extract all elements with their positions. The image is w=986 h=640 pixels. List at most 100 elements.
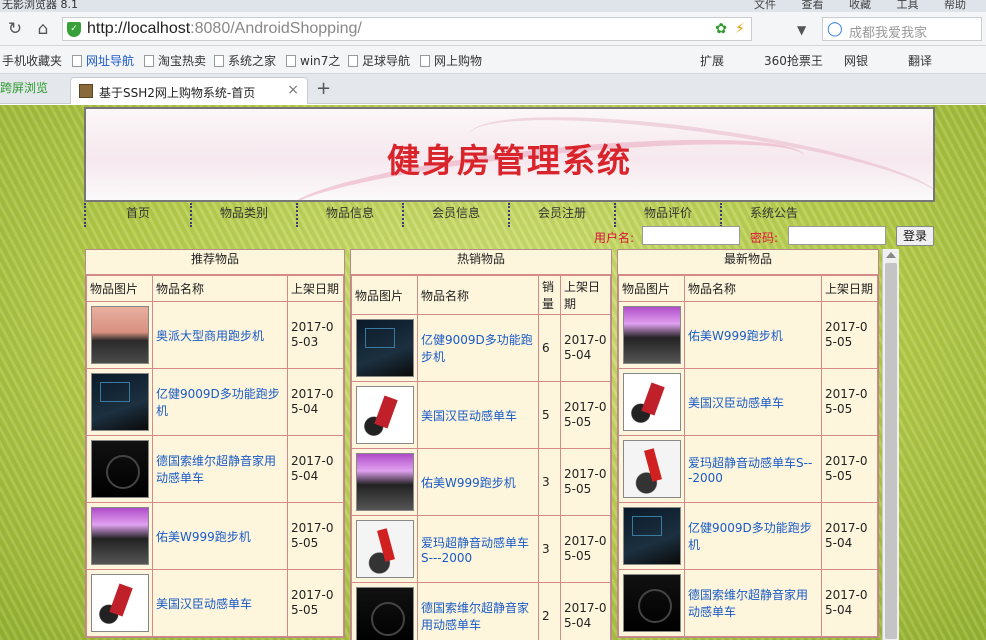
menu-tools[interactable]: 工具: [897, 0, 919, 11]
search-box[interactable]: ◯ 成都我爱我家: [822, 17, 982, 41]
chevron-down-icon[interactable]: ▼: [797, 23, 806, 37]
extension-button[interactable]: 扩展: [700, 52, 724, 69]
product-link[interactable]: 佑美W999跑步机: [156, 530, 251, 544]
translate-button[interactable]: 翻译: [908, 52, 932, 69]
menu-favorites[interactable]: 收藏: [849, 0, 871, 11]
product-link[interactable]: 奥派大型商用跑步机: [156, 329, 264, 343]
date-cell: 2017-0 5-04: [821, 569, 878, 637]
login-button[interactable]: 登录: [896, 226, 934, 246]
menu-view[interactable]: 查看: [802, 0, 824, 11]
cross-screen-tab[interactable]: 跨屏浏览: [0, 79, 48, 96]
product-thumbnail[interactable]: [355, 453, 414, 511]
table-row: 爱玛超静音动感单车S---2000 3 2017-0 5-05: [351, 515, 611, 583]
product-link[interactable]: 佑美W999跑步机: [421, 476, 516, 490]
favorite-football[interactable]: 足球导航: [348, 52, 410, 69]
table-row: 奥派大型商用跑步机 2017-0 5-03: [86, 301, 344, 369]
product-thumbnail[interactable]: [355, 587, 414, 640]
latest-table: 物品图片 物品名称 上架日期 佑美W999跑步机 2017-0 5-05 美国汉臣动…: [618, 275, 878, 637]
product-link[interactable]: 美国汉臣动感单车: [421, 409, 517, 423]
scroll-up-icon[interactable]: [886, 252, 896, 258]
name-cell: 德国索维尔超静音家用动感单车: [417, 582, 539, 640]
close-icon[interactable]: ×: [287, 82, 299, 98]
favorite-nav[interactable]: 网址导航: [72, 52, 134, 69]
product-thumbnail[interactable]: [622, 574, 681, 632]
ticket-extension-button[interactable]: 360抢票王: [764, 52, 823, 69]
favorite-mobile[interactable]: 手机收藏夹: [2, 52, 62, 69]
sales-cell: 5: [538, 381, 561, 449]
product-thumbnail[interactable]: [90, 373, 149, 431]
latest-panel: 最新物品 物品图片 物品名称 上架日期 佑美W999跑步机 2017-0 5-05…: [617, 249, 879, 638]
browser-title: 无影浏览器 8.1: [2, 0, 78, 11]
image-cell: [618, 569, 685, 637]
favorite-taobao[interactable]: 淘宝热卖: [144, 52, 206, 69]
menu-file[interactable]: 文件: [754, 0, 776, 11]
product-link[interactable]: 亿健9009D多功能跑步机: [421, 333, 533, 364]
product-link[interactable]: 亿健9009D多功能跑步机: [688, 521, 812, 552]
nav-home[interactable]: 首页: [84, 203, 190, 227]
product-thumbnail[interactable]: [622, 440, 681, 498]
name-cell: 美国汉臣动感单车: [417, 381, 539, 449]
favorite-system-home[interactable]: 系统之家: [214, 52, 276, 69]
image-cell: [351, 582, 418, 640]
product-thumbnail[interactable]: [355, 319, 414, 377]
name-cell: 佑美W999跑步机: [417, 448, 539, 516]
image-cell: [351, 515, 418, 583]
product-thumbnail[interactable]: [90, 574, 149, 632]
product-link[interactable]: 德国索维尔超静音家用动感单车: [688, 588, 808, 619]
product-thumbnail[interactable]: [90, 306, 149, 364]
refresh-icon[interactable]: ↻: [4, 18, 26, 40]
scroll-thumb[interactable]: [885, 263, 897, 639]
nav-register[interactable]: 会员注册: [508, 203, 614, 227]
table-row: 美国汉臣动感单车 2017-0 5-05: [86, 569, 344, 637]
product-thumbnail[interactable]: [355, 386, 414, 444]
product-link[interactable]: 爱玛超静音动感单车S---2000: [688, 456, 812, 485]
sales-cell: 6: [538, 314, 561, 382]
new-tab-icon[interactable]: +: [316, 78, 331, 99]
url-host: http://localhost: [87, 20, 191, 37]
scrollbar[interactable]: [882, 249, 899, 640]
page-icon: [348, 55, 358, 67]
site-banner: 健身房管理系统: [84, 107, 935, 202]
date-cell: 2017-0 5-04: [821, 502, 878, 570]
product-link[interactable]: 美国汉臣动感单车: [156, 597, 252, 611]
nav-members[interactable]: 会员信息: [402, 203, 508, 227]
product-link[interactable]: 佑美W999跑步机: [688, 329, 783, 343]
url-input[interactable]: ✓ http://localhost:8080/AndroidShopping/…: [62, 17, 752, 41]
tab-active[interactable]: 基于SSH2网上购物系统-首页 ×: [70, 77, 308, 104]
nav-items[interactable]: 物品信息: [296, 203, 402, 227]
table-row: 美国汉臣动感单车 5 2017-0 5-05: [351, 381, 611, 449]
compat-mode-icon[interactable]: ✿: [715, 21, 727, 37]
page-content: 健身房管理系统 首页 物品类别 物品信息 会员信息 会员注册 物品评价 系统公告…: [0, 105, 986, 640]
home-icon[interactable]: ⌂: [32, 18, 54, 40]
product-link[interactable]: 美国汉臣动感单车: [688, 396, 784, 410]
product-link[interactable]: 亿健9009D多功能跑步机: [156, 387, 280, 418]
product-thumbnail[interactable]: [622, 373, 681, 431]
name-cell: 爱玛超静音动感单车S---2000: [684, 435, 822, 503]
product-link[interactable]: 德国索维尔超静音家用动感单车: [156, 454, 276, 485]
name-cell: 亿健9009D多功能跑步机: [417, 314, 539, 382]
product-thumbnail[interactable]: [90, 440, 149, 498]
speed-mode-icon[interactable]: ⚡: [735, 21, 745, 37]
username-input[interactable]: [642, 226, 740, 245]
product-thumbnail[interactable]: [622, 507, 681, 565]
site-nav: 首页 物品类别 物品信息 会员信息 会员注册 物品评价 系统公告: [84, 203, 935, 227]
nav-categories[interactable]: 物品类别: [190, 203, 296, 227]
table-row: 佑美W999跑步机 2017-0 5-05: [618, 301, 878, 369]
nav-reviews[interactable]: 物品评价: [614, 203, 720, 227]
favorite-win7[interactable]: win7之: [286, 52, 340, 69]
col-image: 物品图片: [351, 275, 418, 315]
image-cell: [86, 569, 153, 637]
name-cell: 佑美W999跑步机: [152, 502, 288, 570]
product-link[interactable]: 爱玛超静音动感单车S---2000: [421, 536, 529, 565]
favorite-shopping[interactable]: 网上购物: [420, 52, 482, 69]
ebank-button[interactable]: 网银: [844, 52, 868, 69]
name-cell: 爱玛超静音动感单车S---2000: [417, 515, 539, 583]
table-row: 亿健9009D多功能跑步机 6 2017-0 5-04: [351, 314, 611, 382]
password-input[interactable]: [788, 226, 886, 245]
product-thumbnail[interactable]: [355, 520, 414, 578]
product-thumbnail[interactable]: [622, 306, 681, 364]
nav-announcements[interactable]: 系统公告: [720, 203, 826, 227]
product-thumbnail[interactable]: [90, 507, 149, 565]
menu-help[interactable]: 帮助: [944, 0, 966, 11]
product-link[interactable]: 德国索维尔超静音家用动感单车: [421, 601, 529, 632]
